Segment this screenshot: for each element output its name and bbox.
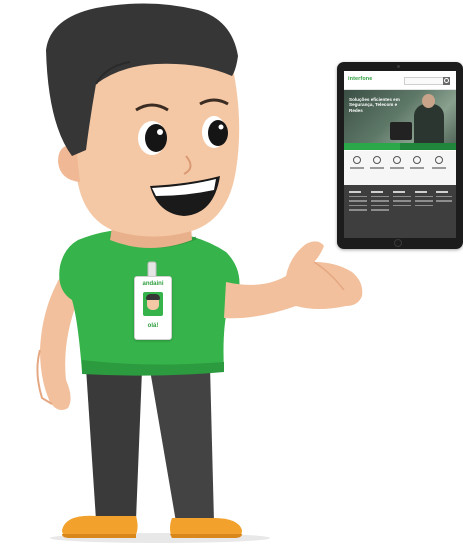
- category-icon: [435, 156, 443, 164]
- website-logo[interactable]: interfone: [348, 76, 372, 82]
- category-icon: [373, 156, 381, 164]
- category-item[interactable]: [370, 156, 384, 180]
- badge-caption: olá!: [147, 323, 159, 329]
- id-badge: andaini olá!: [134, 276, 172, 340]
- hero-button-secondary[interactable]: [400, 143, 456, 150]
- badge-photo-face: [146, 294, 160, 310]
- hero-person-head: [422, 94, 435, 108]
- footer-column: [371, 191, 389, 214]
- category-icon: [413, 156, 421, 164]
- category-item[interactable]: [432, 156, 446, 180]
- category-icon: [393, 156, 401, 164]
- tablet-screen: interfone Soluções eficientes em Seguran…: [344, 71, 456, 238]
- footer-column: [349, 191, 367, 214]
- footer-column: [393, 191, 411, 209]
- category-icon: [353, 156, 361, 164]
- category-item[interactable]: [390, 156, 404, 180]
- website-footer: [344, 185, 456, 238]
- hero-button-primary[interactable]: [344, 143, 400, 150]
- website-search-input[interactable]: [404, 77, 444, 85]
- footer-column: [436, 191, 452, 205]
- category-item[interactable]: [410, 156, 424, 180]
- tablet-device: interfone Soluções eficientes em Seguran…: [337, 62, 463, 249]
- website-hero-banner[interactable]: Soluções eficientes em Segurança, Teleco…: [344, 90, 456, 150]
- website-header: interfone: [344, 71, 456, 90]
- home-button-icon: [394, 239, 402, 247]
- hero-device-image: [390, 122, 412, 140]
- website-search-button[interactable]: [443, 77, 450, 85]
- category-item[interactable]: [350, 156, 364, 180]
- hero-headline: Soluções eficientes em Segurança, Teleco…: [349, 97, 400, 113]
- right-arm: [224, 241, 363, 319]
- pants: [86, 366, 214, 522]
- badge-brand-label: andaini: [142, 281, 164, 287]
- footer-column: [415, 191, 433, 209]
- search-icon: [444, 78, 449, 83]
- badge-photo: [143, 292, 163, 316]
- camera-icon: [397, 65, 400, 68]
- website-category-icons: [344, 151, 456, 185]
- illustration-stage: andaini olá! interfone Soluções eficient…: [0, 0, 463, 544]
